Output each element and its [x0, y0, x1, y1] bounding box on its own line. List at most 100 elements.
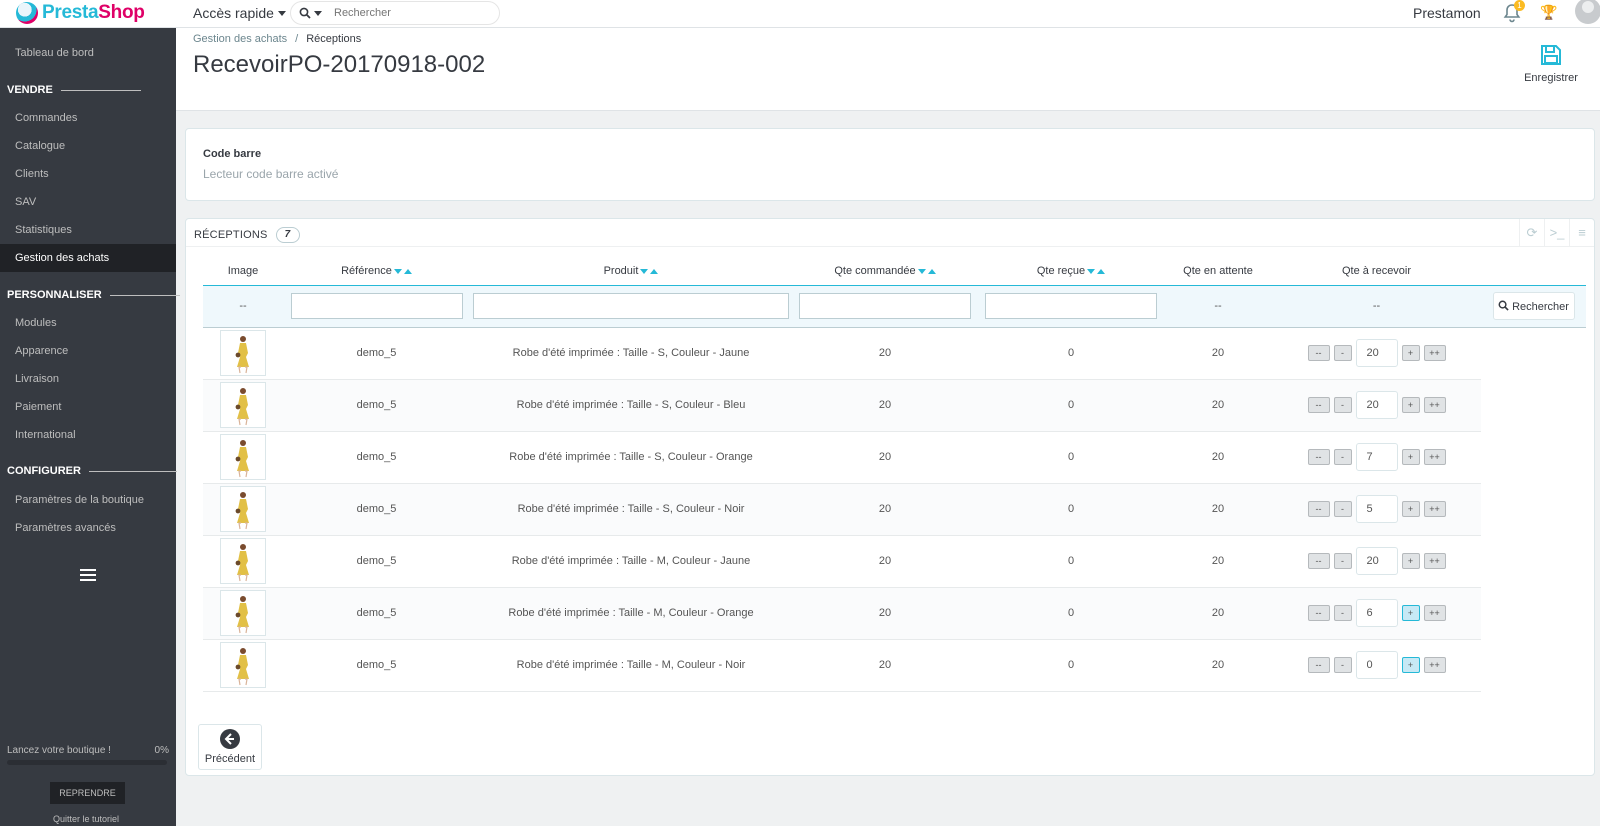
cell-reference: demo_5	[283, 431, 470, 484]
decrement-button[interactable]: -	[1333, 345, 1352, 361]
decrement-button[interactable]: -	[1333, 605, 1352, 621]
increment-button[interactable]: +	[1401, 501, 1420, 517]
sort-icon[interactable]	[917, 265, 936, 277]
top-bar: PrestaShop Accès rapide Prestamon 1 🏆	[0, 0, 1600, 28]
back-button[interactable]: Précédent	[198, 724, 262, 770]
menu-collapse-icon[interactable]	[80, 569, 96, 584]
filter-product-input[interactable]	[473, 293, 789, 319]
sql-terminal-icon[interactable]: >_	[1544, 219, 1569, 247]
table-header-row: Image Référence Produit Qte commandée Qt…	[203, 257, 1586, 286]
quantity-to-receive-input[interactable]	[1355, 599, 1398, 627]
product-thumbnail[interactable]	[220, 382, 266, 428]
col-qty-ordered[interactable]: Qte commandée	[792, 257, 978, 286]
prestashop-logo[interactable]: PrestaShop	[16, 0, 145, 26]
sort-icon[interactable]	[1087, 265, 1106, 277]
product-thumbnail[interactable]	[220, 486, 266, 532]
sidebar-item-international[interactable]: International	[15, 429, 76, 441]
decrement-10-button[interactable]: --	[1307, 345, 1330, 361]
sidebar-item-catalog[interactable]: Catalogue	[15, 140, 65, 152]
increment-10-button[interactable]: ++	[1423, 345, 1446, 361]
dress-image-icon	[235, 440, 249, 478]
table-row: demo_5 Robe d'été imprimée : Taille - S, …	[203, 379, 1586, 432]
quantity-to-receive-input[interactable]	[1355, 495, 1398, 523]
decrement-button[interactable]: -	[1333, 449, 1352, 465]
increment-button[interactable]: +	[1401, 345, 1420, 361]
increment-10-button[interactable]: ++	[1423, 553, 1446, 569]
decrement-button[interactable]: -	[1333, 657, 1352, 673]
col-product[interactable]: Produit	[470, 257, 792, 286]
dress-image-icon	[235, 336, 249, 374]
cell-qty-received: 0	[978, 639, 1164, 692]
quantity-to-receive-input[interactable]	[1355, 339, 1398, 367]
refresh-icon[interactable]: ⟳	[1519, 219, 1544, 247]
sidebar-item-stats[interactable]: Statistiques	[15, 224, 72, 236]
increment-button[interactable]: +	[1401, 449, 1420, 465]
product-thumbnail[interactable]	[220, 590, 266, 636]
product-thumbnail[interactable]	[220, 538, 266, 584]
trophy-icon[interactable]: 🏆	[1540, 4, 1557, 21]
filter-qty-received-input[interactable]	[985, 293, 1157, 319]
sidebar-item-purchases[interactable]: Gestion des achats	[0, 244, 176, 272]
increment-10-button[interactable]: ++	[1423, 605, 1446, 621]
increment-button[interactable]: +	[1401, 605, 1420, 621]
search-input[interactable]	[334, 7, 484, 19]
quantity-stepper: --- +++	[1272, 391, 1481, 419]
sort-icon[interactable]	[393, 265, 412, 277]
quantity-to-receive-input[interactable]	[1355, 391, 1398, 419]
increment-button[interactable]: +	[1401, 657, 1420, 673]
page-header: Gestion des achats / Réceptions Recevoir…	[176, 28, 1600, 111]
database-icon[interactable]: ≡	[1569, 219, 1594, 247]
decrement-10-button[interactable]: --	[1307, 501, 1330, 517]
dress-image-icon	[235, 544, 249, 582]
decrement-button[interactable]: -	[1333, 501, 1352, 517]
col-reference[interactable]: Référence	[283, 257, 470, 286]
sidebar-item-shop-params[interactable]: Paramètres de la boutique	[15, 494, 144, 506]
resume-button[interactable]: REPRENDRE	[50, 782, 125, 804]
sidebar-item-dashboard[interactable]: Tableau de bord	[15, 47, 94, 59]
cell-qty-ordered: 20	[792, 639, 978, 692]
decrement-10-button[interactable]: --	[1307, 397, 1330, 413]
breadcrumb-parent[interactable]: Gestion des achats	[193, 33, 287, 45]
increment-10-button[interactable]: ++	[1423, 449, 1446, 465]
product-thumbnail[interactable]	[220, 330, 266, 376]
avatar[interactable]	[1575, 0, 1600, 24]
increment-button[interactable]: +	[1401, 397, 1420, 413]
decrement-10-button[interactable]: --	[1307, 605, 1330, 621]
sidebar-item-orders[interactable]: Commandes	[15, 112, 77, 124]
increment-button[interactable]: +	[1401, 553, 1420, 569]
increment-10-button[interactable]: ++	[1423, 657, 1446, 673]
quantity-to-receive-input[interactable]	[1355, 443, 1398, 471]
decrement-button[interactable]: -	[1333, 553, 1352, 569]
shop-name-link[interactable]: Prestamon	[1413, 5, 1481, 21]
sidebar-item-customers[interactable]: Clients	[15, 168, 49, 180]
sidebar-item-payment[interactable]: Paiement	[15, 401, 61, 413]
quit-tutorial-link[interactable]: Quitter le tutoriel	[53, 814, 119, 824]
search-icon[interactable]	[299, 7, 322, 19]
quick-access-menu[interactable]: Accès rapide	[193, 5, 286, 21]
notification-badge: 1	[1514, 0, 1525, 11]
decrement-10-button[interactable]: --	[1307, 657, 1330, 673]
decrement-10-button[interactable]: --	[1307, 553, 1330, 569]
cell-product: Robe d'été imprimée : Taille - S, Couleu…	[470, 379, 792, 432]
increment-10-button[interactable]: ++	[1423, 501, 1446, 517]
increment-10-button[interactable]: ++	[1423, 397, 1446, 413]
sidebar-item-appearance[interactable]: Apparence	[15, 345, 68, 357]
decrement-10-button[interactable]: --	[1307, 449, 1330, 465]
product-thumbnail[interactable]	[220, 434, 266, 480]
quantity-to-receive-input[interactable]	[1355, 651, 1398, 679]
product-thumbnail[interactable]	[220, 642, 266, 688]
decrement-button[interactable]: -	[1333, 397, 1352, 413]
sidebar-item-advanced-params[interactable]: Paramètres avancés	[15, 522, 116, 534]
save-button[interactable]: Enregistrer	[1514, 44, 1588, 84]
search-bar	[290, 1, 500, 25]
sidebar-item-modules[interactable]: Modules	[15, 317, 57, 329]
filter-reference-input[interactable]	[290, 293, 463, 319]
filter-search-button[interactable]: Rechercher	[1492, 292, 1575, 320]
sidebar-item-service[interactable]: SAV	[15, 196, 36, 208]
filter-qty-ordered-input[interactable]	[799, 293, 971, 319]
cell-qty-pending: 20	[1164, 379, 1272, 432]
col-qty-received[interactable]: Qte reçue	[978, 257, 1164, 286]
quantity-to-receive-input[interactable]	[1355, 547, 1398, 575]
sidebar-item-shipping[interactable]: Livraison	[15, 373, 59, 385]
sort-icon[interactable]	[640, 265, 659, 277]
